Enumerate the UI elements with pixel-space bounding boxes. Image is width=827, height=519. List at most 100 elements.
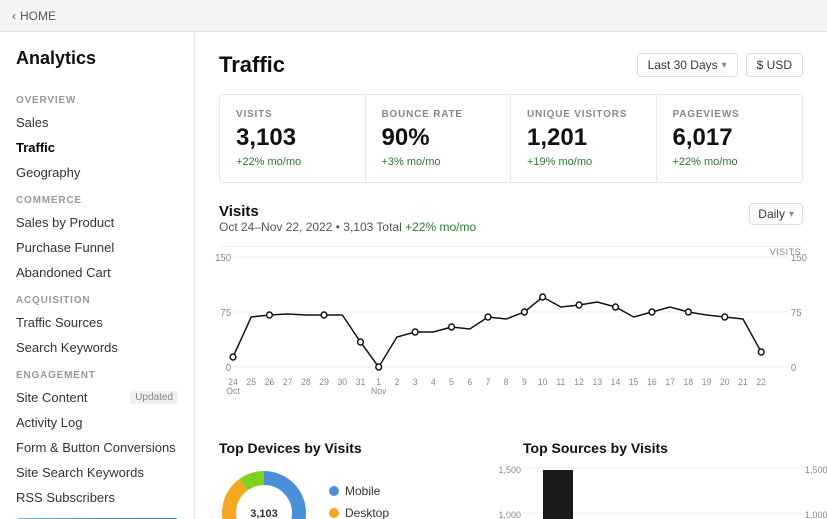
svg-text:8: 8 (504, 377, 509, 387)
svg-text:13: 13 (592, 377, 602, 387)
top-sources-section: Top Sources by Visits 1,500 1,000 1,500 (523, 440, 803, 519)
sidebar: Analytics OVERVIEW Sales Traffic Geograp… (0, 32, 195, 519)
svg-text:10: 10 (538, 377, 548, 387)
svg-text:20: 20 (720, 377, 730, 387)
sidebar-section-acquisition: ACQUISITION (0, 285, 194, 310)
updated-badge: Updated (130, 391, 178, 404)
svg-text:150: 150 (215, 253, 232, 264)
donut-svg: 3,103 (219, 468, 309, 519)
sidebar-item-sales-by-product[interactable]: Sales by Product (0, 210, 194, 235)
sidebar-item-traffic[interactable]: Traffic (0, 135, 194, 160)
sidebar-item-site-search[interactable]: Site Search Keywords (0, 460, 194, 485)
period-selector[interactable]: Daily ▾ (749, 203, 803, 225)
svg-text:75: 75 (220, 308, 231, 319)
stat-visits-label: VISITS (236, 109, 349, 120)
svg-text:31: 31 (356, 377, 366, 387)
header-controls: Last 30 Days ▾ $ USD (637, 53, 803, 77)
svg-text:6: 6 (467, 377, 472, 387)
svg-text:15: 15 (629, 377, 639, 387)
svg-text:12: 12 (574, 377, 584, 387)
svg-text:0: 0 (226, 363, 232, 374)
stat-visits-value: 3,103 (236, 124, 349, 152)
currency-selector[interactable]: $ USD (746, 53, 803, 77)
bar-chart-svg: 1,500 1,000 1,500 1,000 (523, 468, 803, 519)
svg-text:21: 21 (738, 377, 748, 387)
top-bar: ‹ HOME (0, 0, 827, 32)
date-range-label: Last 30 Days (648, 58, 718, 72)
donut-center-value: 3,103 (250, 508, 278, 519)
stats-row: VISITS 3,103 +22% mo/mo BOUNCE RATE 90% … (219, 94, 803, 183)
svg-text:3: 3 (413, 377, 418, 387)
sidebar-item-sales[interactable]: Sales (0, 110, 194, 135)
stat-unique-change: +19% mo/mo (527, 156, 640, 168)
sidebar-item-traffic-sources[interactable]: Traffic Sources (0, 310, 194, 335)
mobile-label: Mobile (345, 484, 380, 498)
desktop-label: Desktop (345, 506, 389, 519)
donut-chart-container: 3,103 Mobile Desktop (219, 468, 499, 519)
top-devices-title: Top Devices by Visits (219, 440, 499, 456)
sidebar-item-search-keywords[interactable]: Search Keywords (0, 335, 194, 360)
stat-bounce-label: BOUNCE RATE (382, 109, 495, 120)
sidebar-item-activity-log[interactable]: Activity Log (0, 410, 194, 435)
legend-desktop: Desktop (329, 506, 389, 519)
line-chart-svg: 150 75 0 150 75 0 (233, 257, 789, 412)
stat-pageviews-change: +22% mo/mo (673, 156, 787, 168)
svg-text:4: 4 (431, 377, 436, 387)
svg-text:25: 25 (246, 377, 256, 387)
svg-text:30: 30 (337, 377, 347, 387)
chart-title: Visits (219, 203, 476, 220)
chart-subtitle: Oct 24–Nov 22, 2022 • 3,103 Total +22% m… (219, 220, 476, 234)
svg-text:26: 26 (265, 377, 275, 387)
bottom-charts: Top Devices by Visits (219, 440, 803, 519)
chart-date-range: Oct 24–Nov 22, 2022 • 3,103 Total (219, 220, 402, 234)
sidebar-item-purchase-funnel[interactable]: Purchase Funnel (0, 235, 194, 260)
sidebar-section-commerce: COMMERCE (0, 185, 194, 210)
svg-text:1,000: 1,000 (498, 510, 521, 519)
svg-text:9: 9 (522, 377, 527, 387)
svg-text:18: 18 (684, 377, 694, 387)
stat-unique-label: UNIQUE VISITORS (527, 109, 640, 120)
svg-text:14: 14 (611, 377, 621, 387)
svg-text:16: 16 (647, 377, 657, 387)
main-layout: Analytics OVERVIEW Sales Traffic Geograp… (0, 32, 827, 519)
stat-unique-value: 1,201 (527, 124, 640, 152)
sidebar-item-abandoned-cart[interactable]: Abandoned Cart (0, 260, 194, 285)
svg-text:22: 22 (756, 377, 766, 387)
svg-text:29: 29 (319, 377, 329, 387)
visits-chart-section: Visits Oct 24–Nov 22, 2022 • 3,103 Total… (219, 203, 803, 416)
svg-text:75: 75 (791, 308, 802, 319)
line-chart-container: VISITS 150 75 0 150 75 0 (219, 246, 803, 416)
page-title: Traffic (219, 52, 285, 78)
stat-pageviews: PAGEVIEWS 6,017 +22% mo/mo (657, 95, 803, 182)
chevron-down-icon: ▾ (722, 60, 727, 71)
sidebar-item-form-button[interactable]: Form & Button Conversions (0, 435, 194, 460)
home-label: HOME (20, 9, 56, 23)
top-devices-section: Top Devices by Visits (219, 440, 499, 519)
sidebar-item-site-content[interactable]: Site Content Updated (0, 385, 194, 410)
sidebar-item-geography[interactable]: Geography (0, 160, 194, 185)
mobile-dot (329, 486, 339, 496)
home-link[interactable]: ‹ HOME (12, 9, 56, 23)
currency-label: $ USD (757, 58, 792, 72)
stat-visits-change: +22% mo/mo (236, 156, 349, 168)
stat-visits: VISITS 3,103 +22% mo/mo (220, 95, 366, 182)
svg-text:7: 7 (486, 377, 491, 387)
svg-text:28: 28 (301, 377, 311, 387)
date-range-selector[interactable]: Last 30 Days ▾ (637, 53, 738, 77)
sidebar-title: Analytics (0, 48, 194, 85)
content-area: Traffic Last 30 Days ▾ $ USD VISITS 3,10… (195, 32, 827, 519)
svg-text:5: 5 (449, 377, 454, 387)
stat-bounce-change: +3% mo/mo (382, 156, 495, 168)
chart-header: Visits Oct 24–Nov 22, 2022 • 3,103 Total… (219, 203, 803, 242)
stat-pageviews-label: PAGEVIEWS (673, 109, 787, 120)
donut-chart: 3,103 (219, 468, 309, 519)
stat-bounce: BOUNCE RATE 90% +3% mo/mo (366, 95, 512, 182)
sidebar-section-engagement: ENGAGEMENT (0, 360, 194, 385)
svg-text:27: 27 (283, 377, 293, 387)
svg-text:Nov: Nov (371, 386, 387, 396)
period-label: Daily (758, 207, 785, 221)
svg-text:1,500: 1,500 (805, 465, 827, 475)
svg-text:17: 17 (665, 377, 675, 387)
stat-bounce-value: 90% (382, 124, 495, 152)
sidebar-item-rss-subscribers[interactable]: RSS Subscribers (0, 485, 194, 510)
